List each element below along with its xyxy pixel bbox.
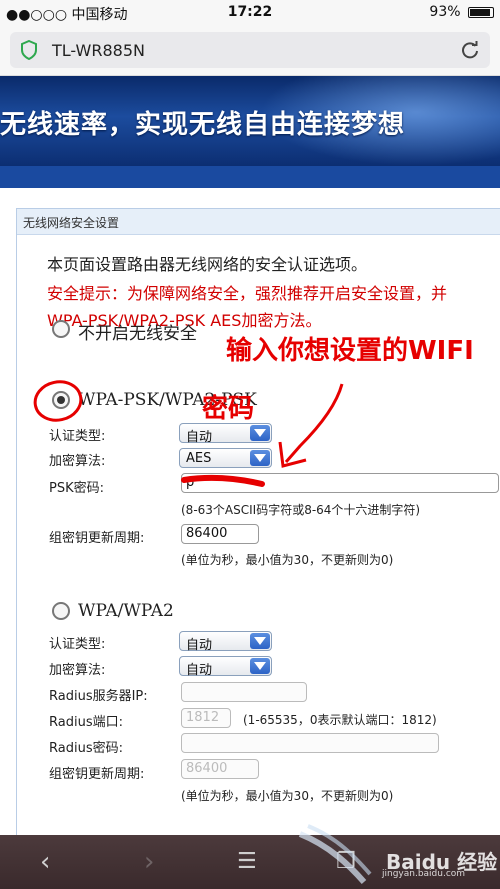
annotation-arrow-shaft <box>284 383 344 463</box>
menu-button[interactable]: ☰ <box>237 849 257 874</box>
watermark-url: jingyan.baidu.com <box>382 869 466 879</box>
annotation-marks <box>33 380 344 487</box>
annotation-circle <box>33 380 83 422</box>
forward-button[interactable]: › <box>144 847 154 877</box>
back-button[interactable]: ‹ <box>40 847 50 877</box>
password-scribble <box>181 474 265 487</box>
